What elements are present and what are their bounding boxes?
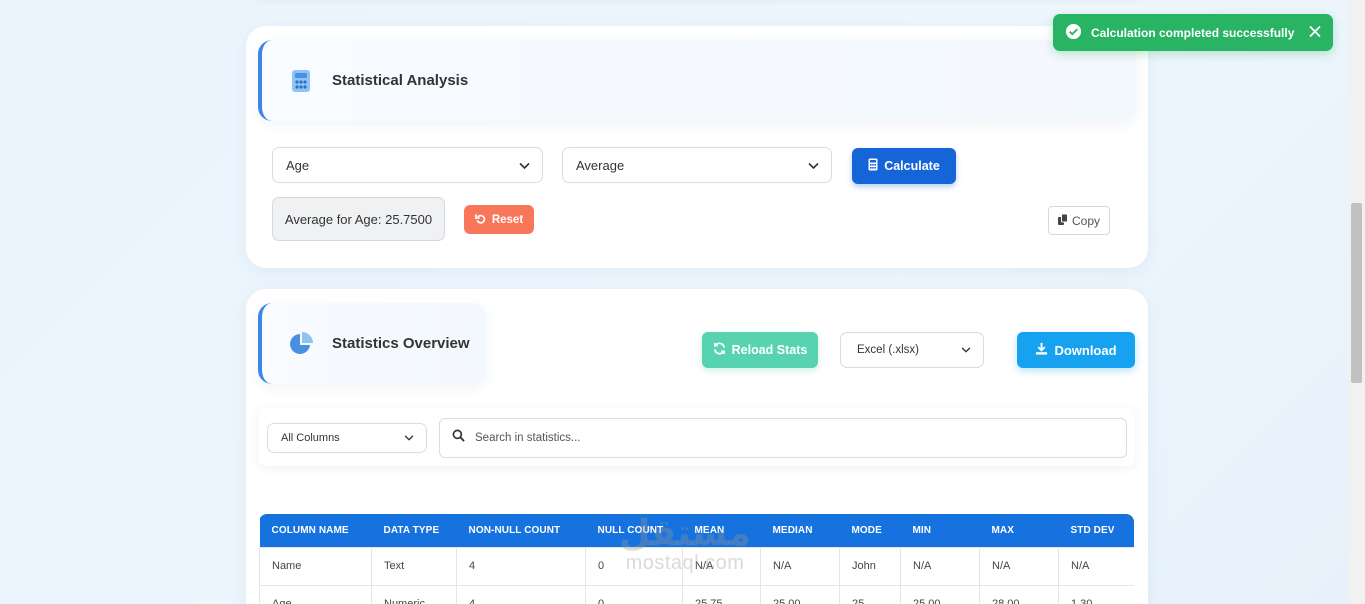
table-cell: N/A [900, 546, 980, 586]
table-cell: N/A [1058, 546, 1134, 586]
operation-select[interactable]: Average [562, 147, 832, 183]
page-scrollbar[interactable] [1349, 0, 1365, 604]
table-cell: 25.00 [900, 584, 980, 604]
result-text: Average for Age: 25.7500 [284, 211, 433, 227]
table-row: Age Numeric 4 0 25.75 25.00 25 25.00 28.… [259, 584, 1134, 604]
calculator-icon [868, 158, 878, 174]
header-column-name[interactable]: Column Name [259, 514, 372, 547]
header-mean[interactable]: Mean [682, 514, 761, 547]
reload-stats-label: Reload Stats [731, 343, 808, 357]
table-cell: 4 [456, 584, 586, 604]
table-cell: Numeric [371, 584, 457, 604]
header-max[interactable]: Max [979, 514, 1059, 547]
copy-icon [1057, 213, 1068, 228]
operation-select-value: Average [576, 157, 625, 173]
table-cell: N/A [760, 546, 840, 586]
header-mode[interactable]: Mode [839, 514, 901, 547]
chevron-down-icon [961, 344, 971, 356]
column-filter-select[interactable]: All Columns [267, 423, 427, 453]
table-cell: 28.00 [979, 584, 1059, 604]
header-data-type[interactable]: Data Type [371, 514, 457, 547]
column-select[interactable]: Age [272, 147, 543, 183]
download-icon [1035, 342, 1048, 358]
table-cell: 1.30 [1058, 584, 1134, 604]
scrollbar-thumb[interactable] [1351, 203, 1362, 383]
table-row: Name Text 4 0 N/A N/A John N/A N/A N/A [259, 546, 1134, 586]
copy-button[interactable]: Copy [1048, 206, 1110, 235]
reset-button[interactable]: Reset [464, 205, 534, 234]
copy-label: Copy [1071, 213, 1100, 228]
sync-icon [713, 342, 726, 358]
calculate-label: Calculate [884, 159, 940, 173]
chevron-down-icon [808, 158, 819, 173]
table-cell: N/A [682, 546, 761, 586]
chevron-down-icon [519, 158, 530, 173]
statistics-overview-card: Statistics Overview Reload Stats Excel (… [246, 289, 1148, 604]
table-cell: 25 [839, 584, 901, 604]
table-cell: Age [259, 584, 372, 604]
calculate-button[interactable]: Calculate [852, 148, 956, 184]
column-select-value: Age [286, 157, 310, 173]
close-icon[interactable] [1309, 25, 1321, 40]
toast-message: Calculation completed successfully [1091, 25, 1295, 40]
table-cell: 0 [585, 546, 683, 586]
reset-label: Reset [491, 213, 524, 226]
table-cell: 4 [456, 546, 586, 586]
result-display: Average for Age: 25.7500 [272, 197, 445, 241]
overview-title: Statistics Overview [332, 335, 470, 352]
table-cell: 25.00 [760, 584, 840, 604]
table-cell: 25.75 [682, 584, 761, 604]
header-null-count[interactable]: Null Count [585, 514, 683, 547]
search-icon [452, 429, 465, 447]
header-median[interactable]: Median [760, 514, 840, 547]
table-cell: Text [371, 546, 457, 586]
table-cell: 0 [585, 584, 683, 604]
header-std-dev[interactable]: Std Dev [1058, 514, 1134, 547]
analysis-title: Statistical Analysis [332, 72, 469, 89]
table-header-row: Column Name Data Type Non-Null Count Nul… [259, 514, 1134, 547]
overview-section-header: Statistics Overview [258, 303, 486, 384]
search-box [439, 418, 1127, 458]
download-button[interactable]: Download [1017, 332, 1135, 368]
analysis-section-header: Statistical Analysis [258, 40, 1136, 121]
export-format-value: Excel (.xlsx) [857, 344, 919, 356]
search-input[interactable] [475, 432, 1075, 444]
statistical-analysis-card: Statistical Analysis Age Average Calcula… [246, 26, 1148, 268]
calculator-icon [288, 68, 314, 94]
header-non-null-count[interactable]: Non-Null Count [456, 514, 586, 547]
undo-icon [474, 213, 486, 227]
chevron-down-icon [404, 432, 414, 444]
chart-icon [288, 331, 314, 357]
table-cell: N/A [979, 546, 1059, 586]
statistics-table-container: Column Name Data Type Non-Null Count Nul… [259, 514, 1134, 604]
success-toast: Calculation completed successfully [1053, 14, 1333, 51]
download-label: Download [1054, 342, 1117, 358]
table-cell: John [839, 546, 901, 586]
filter-bar: All Columns [258, 408, 1135, 466]
table-cell: Name [259, 546, 372, 586]
check-circle-icon [1065, 23, 1082, 43]
statistics-table: Column Name Data Type Non-Null Count Nul… [259, 514, 1134, 604]
export-format-select[interactable]: Excel (.xlsx) [840, 332, 984, 368]
reload-stats-button[interactable]: Reload Stats [702, 332, 818, 368]
column-filter-value: All Columns [281, 432, 340, 444]
header-min[interactable]: Min [900, 514, 980, 547]
